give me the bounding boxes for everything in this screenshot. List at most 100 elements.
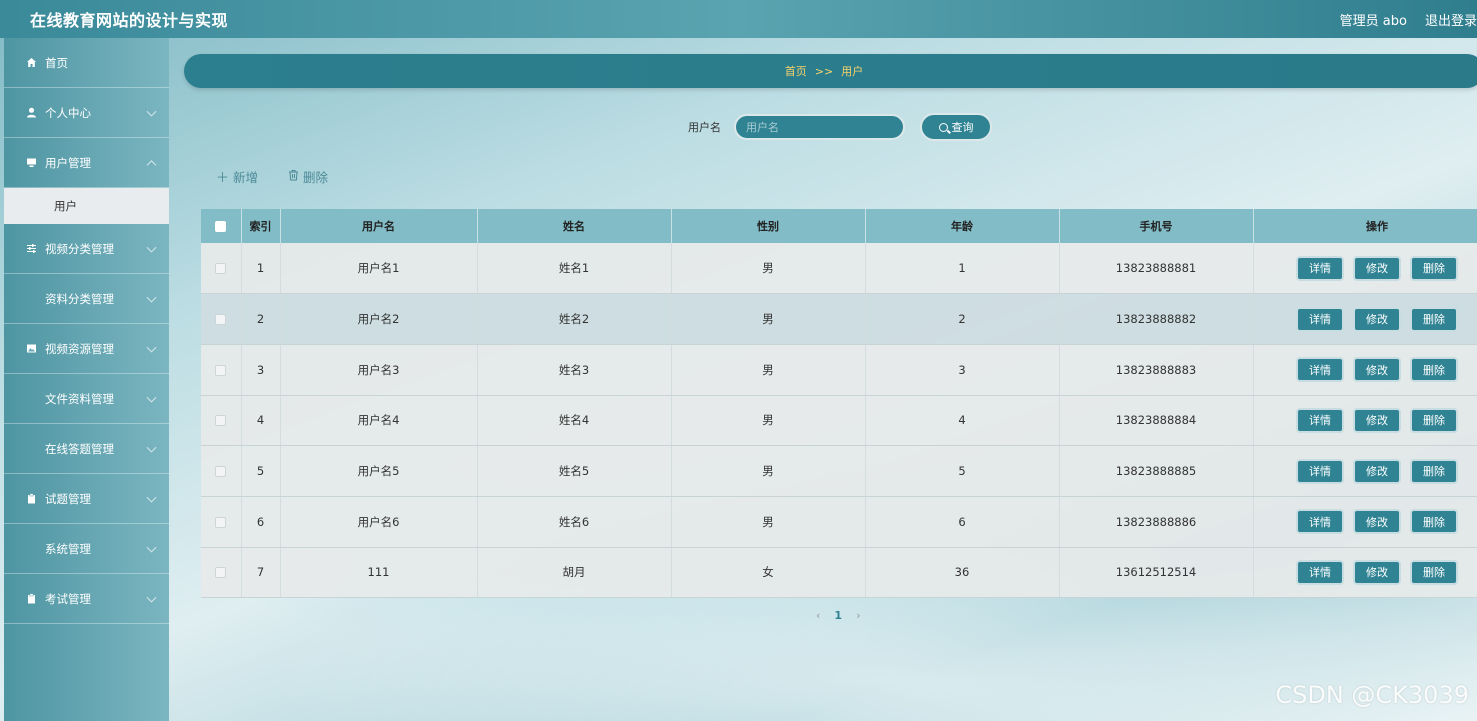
- cell-operations: 详情 修改 删除: [1253, 293, 1477, 345]
- edit-button[interactable]: 修改: [1353, 357, 1401, 383]
- row-checkbox[interactable]: [215, 466, 227, 478]
- query-button[interactable]: 查询: [920, 113, 992, 141]
- table-header-row: 索引 用户名 姓名 性别 年龄 手机号 操作: [201, 209, 1477, 243]
- sidebar-item-label: 考试管理: [45, 591, 91, 606]
- row-checkbox[interactable]: [215, 567, 227, 579]
- chevron-down-icon: [146, 242, 157, 253]
- cell-name: 姓名3: [477, 344, 672, 396]
- sidebar-item-online-quiz[interactable]: 在线答题管理: [4, 424, 169, 474]
- sidebar-item-video-category[interactable]: 视频分类管理: [4, 224, 169, 274]
- cell-index: 4: [241, 395, 281, 447]
- delete-button[interactable]: 删除: [1410, 509, 1458, 535]
- chevron-down-icon: [146, 592, 157, 603]
- image-icon: [26, 343, 37, 354]
- breadcrumb-separator: >>: [814, 64, 834, 78]
- table-row: 5 用户名5 姓名5 男 5 13823888885 详情 修改 删除: [201, 445, 1477, 497]
- delete-button[interactable]: 删除: [1410, 357, 1458, 383]
- cell-phone: 13823888886: [1059, 496, 1254, 548]
- detail-button[interactable]: 详情: [1296, 458, 1344, 484]
- sidebar-item-exam-management[interactable]: 考试管理: [4, 574, 169, 624]
- cell-index: 6: [241, 496, 281, 548]
- delete-button[interactable]: 删除: [1410, 306, 1458, 332]
- edit-button[interactable]: 修改: [1353, 458, 1401, 484]
- home-icon: [26, 57, 37, 68]
- sidebar-item-file-materials[interactable]: 文件资料管理: [4, 374, 169, 424]
- clipboard-icon: [26, 493, 37, 504]
- detail-button[interactable]: 详情: [1296, 357, 1344, 383]
- search-label: 用户名: [688, 121, 721, 134]
- chevron-down-icon: [146, 342, 157, 353]
- row-checkbox[interactable]: [215, 516, 227, 528]
- row-select-cell: [201, 496, 242, 548]
- app-title: 在线教育网站的设计与实现: [30, 11, 229, 30]
- detail-button[interactable]: 详情: [1296, 509, 1344, 535]
- chevron-down-icon: [146, 492, 157, 503]
- breadcrumb-current: 用户: [841, 65, 864, 78]
- edit-button[interactable]: 修改: [1353, 509, 1401, 535]
- row-checkbox[interactable]: [215, 314, 227, 326]
- add-button[interactable]: ＋ 新增: [216, 167, 258, 186]
- logout-link[interactable]: 退出登录: [1425, 10, 1477, 29]
- next-page-button[interactable]: ›: [856, 609, 860, 622]
- sidebar-item-material-category[interactable]: 资料分类管理: [4, 274, 169, 324]
- cell-index: 2: [241, 293, 281, 345]
- delete-button[interactable]: 删除: [1410, 255, 1458, 281]
- table-row: 7 111 胡月女 36 13612512514 详情 修改 删除: [201, 547, 1477, 599]
- detail-button[interactable]: 详情: [1296, 559, 1344, 585]
- grid-icon: [26, 543, 37, 554]
- cell-operations: 详情 修改 删除: [1253, 547, 1477, 599]
- table-row: 1 用户名1 姓名1 男 1 13823888881 详情 修改 删除: [201, 243, 1477, 295]
- row-checkbox[interactable]: [215, 364, 227, 376]
- cell-phone: 13823888885: [1059, 445, 1254, 497]
- cell-age: 5: [865, 445, 1060, 497]
- detail-button[interactable]: 详情: [1296, 407, 1344, 433]
- delete-button[interactable]: 删除: [1410, 559, 1458, 585]
- delete-button[interactable]: 删除: [1410, 407, 1458, 433]
- cell-gender: 男: [671, 445, 866, 497]
- sidebar-item-system-management[interactable]: 系统管理: [4, 524, 169, 574]
- sidebar-item-video-resources[interactable]: 视频资源管理: [4, 324, 169, 374]
- detail-button[interactable]: 详情: [1296, 306, 1344, 332]
- top-bar: 在线教育网站的设计与实现 管理员 abo 退出登录: [0, 0, 1477, 38]
- plus-icon: ＋: [216, 171, 230, 186]
- delete-button[interactable]: 删除: [1410, 458, 1458, 484]
- cell-name: 姓名6: [477, 496, 672, 548]
- sidebar-item-user-management[interactable]: 用户管理: [4, 138, 169, 188]
- row-checkbox[interactable]: [215, 415, 227, 427]
- edit-button[interactable]: 修改: [1353, 255, 1401, 281]
- select-all-checkbox[interactable]: [215, 221, 227, 232]
- chevron-down-icon: [146, 106, 157, 117]
- detail-button[interactable]: 详情: [1296, 255, 1344, 281]
- breadcrumb-home[interactable]: 首页: [785, 63, 807, 79]
- user-icon: [26, 107, 37, 118]
- cell-index: 1: [241, 243, 281, 295]
- cell-age: 3: [865, 344, 1060, 396]
- cell-age: 1: [865, 243, 1060, 295]
- edit-button[interactable]: 修改: [1353, 407, 1401, 433]
- chevron-down-icon: [146, 292, 157, 303]
- search-bar: 用户名 查询: [688, 113, 992, 141]
- page-number[interactable]: 1: [834, 609, 842, 622]
- cell-username: 用户名3: [280, 344, 478, 396]
- cell-username: 111: [280, 547, 478, 599]
- column-header: 性别: [671, 209, 866, 243]
- sidebar: 首页 个人中心 用户管理 用户 视频分类管理 资料分类管理 视频资源管理 文件资…: [4, 38, 169, 721]
- chevron-down-icon: [146, 392, 157, 403]
- cell-phone: 13823888881: [1059, 243, 1254, 295]
- edit-button[interactable]: 修改: [1353, 306, 1401, 332]
- sidebar-subitem-user[interactable]: 用户: [4, 188, 169, 224]
- monitor-icon: [26, 157, 37, 168]
- edit-button[interactable]: 修改: [1353, 559, 1401, 585]
- sidebar-item-question-management[interactable]: 试题管理: [4, 474, 169, 524]
- cell-operations: 详情 修改 删除: [1253, 496, 1477, 548]
- column-header: 年龄: [865, 209, 1060, 243]
- cell-index: 3: [241, 344, 281, 396]
- sidebar-item-profile[interactable]: 个人中心: [4, 88, 169, 138]
- batch-delete-button[interactable]: 删除: [288, 167, 328, 186]
- cell-operations: 详情 修改 删除: [1253, 344, 1477, 396]
- prev-page-button[interactable]: ‹: [816, 609, 820, 622]
- row-checkbox[interactable]: [215, 263, 227, 275]
- username-search-input[interactable]: [734, 114, 905, 140]
- user-table: 索引 用户名 姓名 性别 年龄 手机号 操作 1 用户名1 姓名1 男 1 1382388…: [201, 209, 1477, 599]
- sidebar-item-home[interactable]: 首页: [4, 38, 169, 88]
